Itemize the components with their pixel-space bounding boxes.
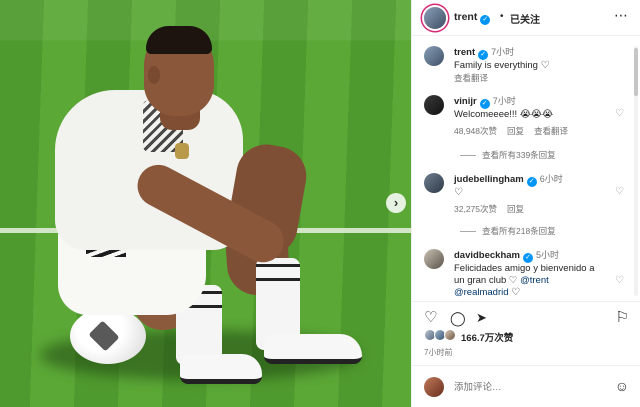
like-icon[interactable]: ♡ bbox=[424, 310, 437, 326]
commenter-avatar[interactable] bbox=[424, 249, 444, 269]
like-comment-icon[interactable]: ♡ bbox=[615, 275, 624, 286]
comment-time: 7小时 bbox=[492, 96, 516, 106]
comment-text: Felicidades amigo y bienvenido a bbox=[454, 263, 595, 274]
comment-time: 7小时 bbox=[491, 47, 515, 57]
likes-summary[interactable]: 166.7万次赞 bbox=[412, 329, 640, 345]
post-header: trent ✓ • 已关注 ⋯ bbox=[412, 0, 640, 36]
comment-time: 5小时 bbox=[536, 250, 560, 260]
share-icon[interactable]: ➤ bbox=[476, 310, 487, 326]
comment-body: judebellingham ✓ 6小时 ♡ bbox=[454, 173, 624, 199]
verified-icon: ✓ bbox=[523, 253, 533, 263]
reply-button[interactable]: 回复 bbox=[507, 204, 524, 214]
verified-icon: ✓ bbox=[526, 177, 537, 187]
heart-emoji: ♡ bbox=[540, 60, 550, 71]
verified-icon: ✓ bbox=[478, 50, 489, 60]
comment-text: Welcomeeee!!! 😭😭😭 bbox=[454, 109, 554, 120]
like-comment-icon[interactable]: ♡ bbox=[615, 108, 624, 119]
next-image-button[interactable]: › bbox=[386, 193, 406, 213]
comment-meta: 32,275次赞 回复 bbox=[454, 203, 534, 215]
commenter-username[interactable]: judebellingham bbox=[454, 174, 524, 185]
post-sidebar: trent ✓ • 已关注 ⋯ trent ✓ 7小时 Family is every… bbox=[411, 0, 640, 407]
comment-time: 6小时 bbox=[539, 174, 563, 184]
commenter-username[interactable]: davidbeckham bbox=[454, 250, 520, 261]
commenter-avatar[interactable] bbox=[424, 95, 444, 115]
commenter-avatar[interactable] bbox=[424, 46, 444, 66]
comment-body: trent ✓ 7小时 Family is everything ♡ 查看翻译 bbox=[454, 46, 624, 85]
view-replies-link[interactable]: 查看所有218条回复 bbox=[460, 225, 556, 237]
author-avatar[interactable] bbox=[424, 7, 446, 29]
comment-icon[interactable]: ◯ bbox=[450, 310, 466, 326]
mention-link[interactable]: @realmadrid bbox=[454, 287, 509, 298]
mention-link[interactable]: @trent bbox=[520, 275, 549, 286]
player-hair bbox=[146, 26, 212, 54]
scrollbar-thumb[interactable] bbox=[634, 48, 638, 96]
more-options-icon[interactable]: ⋯ bbox=[614, 7, 629, 24]
comment-body: vinijr ✓ 7小时 Welcomeeee!!! 😭😭😭 bbox=[454, 95, 624, 121]
heart-emoji: ♡ bbox=[511, 287, 521, 298]
player-boot-right bbox=[264, 334, 362, 364]
caption-row: trent ✓ 7小时 Family is everything ♡ 查看翻译 bbox=[412, 46, 634, 86]
comments-list: trent ✓ 7小时 Family is everything ♡ 查看翻译 vi… bbox=[412, 37, 634, 301]
commenter-username[interactable]: vinijr bbox=[454, 96, 477, 107]
football bbox=[70, 308, 146, 364]
following-button[interactable]: 已关注 bbox=[510, 11, 540, 26]
reply-button[interactable]: 回复 bbox=[507, 126, 524, 136]
post-photo[interactable]: › bbox=[0, 0, 411, 407]
comment-row: vinijr ✓ 7小时 Welcomeeee!!! 😭😭😭 ♡ 48,948次赞回… bbox=[412, 95, 634, 165]
view-replies-link[interactable]: 查看所有339条回复 bbox=[460, 149, 556, 161]
commenter-avatar[interactable] bbox=[424, 173, 444, 193]
post-timestamp: 7小时前 bbox=[424, 348, 453, 357]
verified-icon: ✓ bbox=[480, 15, 491, 25]
liker-avatar bbox=[444, 329, 456, 341]
add-comment-input[interactable] bbox=[454, 378, 594, 396]
comment-row: judebellingham ✓ 6小时 ♡ ♡ 32,275次赞 回复 查看所有21… bbox=[412, 173, 634, 239]
author-username[interactable]: trent ✓ bbox=[454, 11, 491, 25]
club-badge bbox=[175, 143, 189, 159]
comment-meta: 48,948次赞 回复 查看翻译 bbox=[454, 125, 578, 137]
comment-likes[interactable]: 32,275次赞 bbox=[454, 204, 497, 214]
see-translation-link[interactable]: 查看翻译 bbox=[454, 73, 488, 83]
comment-likes[interactable]: 48,948次赞 bbox=[454, 126, 497, 136]
commenter-username[interactable]: trent bbox=[454, 47, 475, 58]
verified-icon: ✓ bbox=[479, 99, 490, 109]
comment-row: davidbeckham ✓ 5小时 Felicidades amigo y bie… bbox=[412, 249, 634, 301]
heart-emoji: ♡ bbox=[454, 187, 463, 198]
comments-scrollbar[interactable] bbox=[634, 46, 638, 296]
add-comment-bar: ☺ bbox=[412, 365, 640, 407]
player-boot-left bbox=[180, 354, 262, 384]
header-separator: • bbox=[500, 11, 504, 22]
comment-body: davidbeckham ✓ 5小时 Felicidades amigo y bie… bbox=[454, 249, 624, 299]
viewer-avatar bbox=[424, 377, 444, 397]
comment-text: Family is everything bbox=[454, 60, 538, 71]
emoji-icon[interactable]: ☺ bbox=[615, 378, 629, 394]
comment-text-continued: un gran club ♡ bbox=[454, 275, 521, 286]
likes-count[interactable]: 166.7万次赞 bbox=[461, 330, 513, 344]
save-icon[interactable]: ⚐ bbox=[616, 310, 629, 326]
see-translation-link[interactable]: 查看翻译 bbox=[534, 126, 568, 136]
like-comment-icon[interactable]: ♡ bbox=[615, 186, 624, 197]
author-username-text[interactable]: trent bbox=[454, 11, 477, 23]
player-ear bbox=[148, 66, 160, 84]
